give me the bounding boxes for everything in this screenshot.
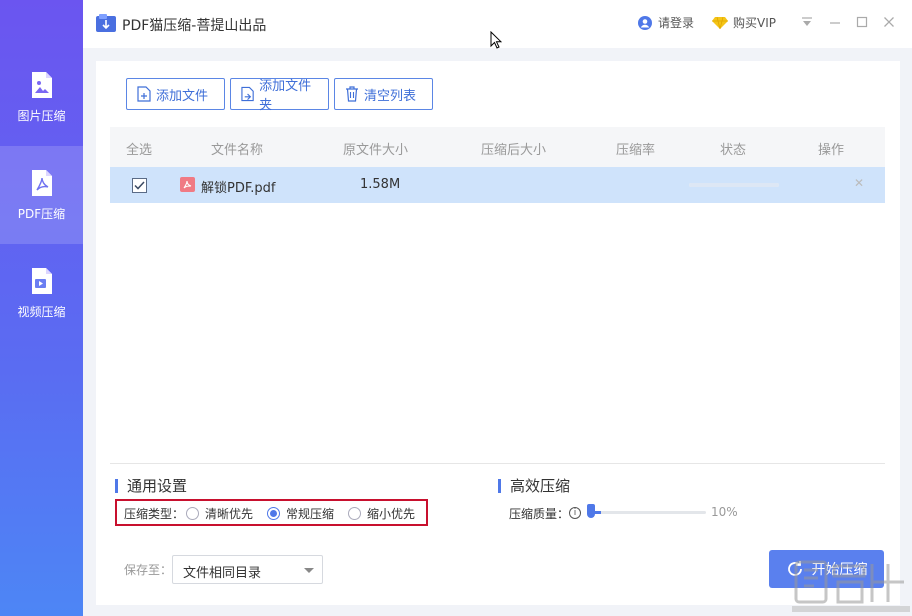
file-name: 解锁PDF.pdf [201,181,276,196]
add-folder-button[interactable]: 添加文件夹 [230,78,329,113]
divider [110,463,885,464]
delete-row-icon[interactable]: ✕ [854,176,864,190]
user-icon [638,15,652,30]
app-logo-icon [96,14,116,32]
header-select-all[interactable]: 全选 [126,139,152,158]
pdf-icon [180,177,195,192]
mouse-cursor-icon [490,30,503,53]
radio-label: 清晰优先 [205,507,254,521]
radio-button[interactable] [267,507,281,520]
radio-size-first[interactable]: 缩小优先 [348,505,415,522]
radio-normal-compress[interactable]: 常规压缩 [267,505,334,522]
close-icon[interactable] [881,14,897,30]
vip-label: 购买VIP [733,16,776,30]
login-label: 请登录 [658,16,695,30]
row-checkbox[interactable] [132,178,147,193]
watermark-logo [792,560,910,614]
save-to-label: 保存至： [124,563,173,577]
minimize-icon[interactable] [827,14,843,30]
chevron-down-icon [304,568,314,573]
table-row[interactable]: 解锁PDF.pdf 1.58M ✕ [110,167,885,203]
add-file-icon [137,86,151,102]
login-button[interactable]: 请登录 [638,14,694,31]
quality-label: 压缩质量： [509,507,570,521]
main-panel: 添加文件 添加文件夹 清空列表 全选 文件名称 原文件大小 压缩后大小 压缩率 … [96,61,900,605]
quality-slider-track[interactable] [589,511,706,514]
video-file-icon [31,267,53,295]
file-table: 全选 文件名称 原文件大小 压缩后大小 压缩率 状态 操作 解锁PDF.pdf … [110,127,885,203]
header-compressed-size: 压缩后大小 [481,143,547,158]
header-ratio: 压缩率 [616,143,656,158]
quality-value: 10% [711,505,738,519]
add-folder-icon [241,86,254,102]
quality-slider-handle[interactable] [587,504,595,518]
trash-icon [346,86,358,102]
info-icon[interactable]: i [569,507,581,519]
save-location-value: 文件相同目录 [183,566,262,581]
radio-button[interactable] [186,507,199,520]
efficient-compress-title: 高效压缩 [498,475,570,496]
diamond-icon [712,16,728,29]
compress-type-radio-group: 清晰优先 常规压缩 缩小优先 [186,505,429,522]
add-file-label: 添加文件 [156,88,209,104]
header-action: 操作 [818,143,845,158]
checkmark-icon [134,181,145,190]
header-original-size: 原文件大小 [343,143,409,158]
save-location-select[interactable]: 文件相同目录 [172,555,323,584]
general-settings-title: 通用设置 [115,475,187,496]
radio-button[interactable] [348,507,362,520]
add-folder-label: 添加文件夹 [259,79,312,113]
radio-label: 缩小优先 [367,507,416,521]
clear-list-label: 清空列表 [364,88,417,104]
sidebar-item-label: 视频压缩 [17,304,66,319]
sidebar-item-label: PDF压缩 [17,206,66,221]
image-file-icon [31,71,53,99]
app-title: PDF猫压缩-菩提山出品 [122,18,267,34]
status-progress-bar [689,183,779,187]
sidebar: 图片压缩 PDF压缩 视频压缩 [0,0,83,616]
header-file-name: 文件名称 [211,143,264,158]
vip-button[interactable]: 购买VIP [712,14,776,31]
sidebar-item-pdf-compress[interactable]: PDF压缩 [0,146,83,244]
maximize-icon[interactable] [854,14,870,30]
sidebar-item-image-compress[interactable]: 图片压缩 [0,48,83,146]
pdf-file-icon [31,169,53,197]
file-size: 1.58M [360,177,401,192]
menu-dropdown-icon[interactable] [799,14,815,30]
clear-list-button[interactable]: 清空列表 [334,78,433,110]
add-file-button[interactable]: 添加文件 [126,78,225,110]
sidebar-item-label: 图片压缩 [17,108,66,123]
radio-clarity-first[interactable]: 清晰优先 [186,505,253,522]
table-header: 全选 文件名称 原文件大小 压缩后大小 压缩率 状态 操作 [110,127,885,167]
sidebar-item-video-compress[interactable]: 视频压缩 [0,244,83,342]
radio-label: 常规压缩 [286,507,335,521]
header-status: 状态 [720,143,747,158]
compress-type-label: 压缩类型： [124,507,185,521]
